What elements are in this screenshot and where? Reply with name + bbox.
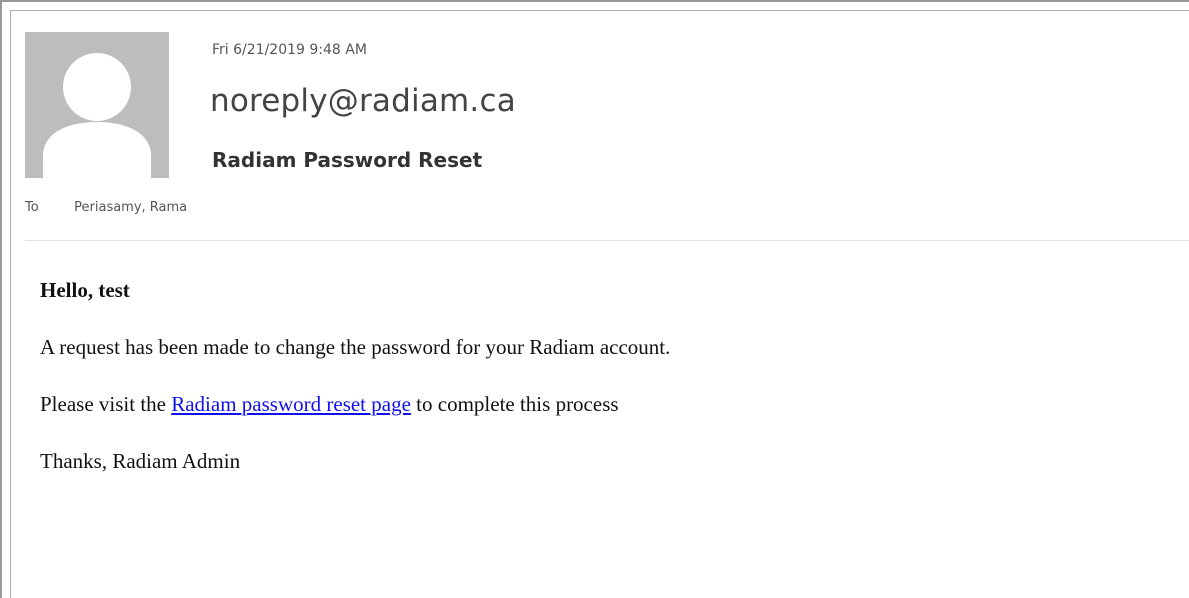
email-subject: Radiam Password Reset bbox=[212, 148, 483, 172]
sender-address[interactable]: noreply@radiam.ca bbox=[210, 83, 516, 119]
email-signoff: Thanks, Radiam Admin bbox=[40, 449, 241, 473]
email-body-line-2-before: Please visit the bbox=[40, 392, 172, 416]
header-divider bbox=[25, 240, 1189, 241]
email-body-line-1: A request has been made to change the pa… bbox=[40, 335, 671, 359]
sender-avatar bbox=[25, 32, 169, 178]
recipient-name[interactable]: Periasamy, Rama bbox=[74, 200, 187, 215]
email-greeting: Hello, test bbox=[40, 278, 130, 302]
email-body: Hello, test A request has been made to c… bbox=[40, 278, 1160, 506]
email-body-line-2: Please visit the Radiam password reset p… bbox=[40, 392, 1160, 416]
recipient-row: To Periasamy, Rama bbox=[25, 200, 187, 215]
person-icon bbox=[25, 32, 169, 178]
password-reset-link[interactable]: Radiam password reset page bbox=[171, 392, 411, 416]
email-date: Fri 6/21/2019 9:48 AM bbox=[212, 42, 367, 58]
email-body-line-2-after: to complete this process bbox=[410, 392, 619, 416]
to-label: To bbox=[25, 200, 39, 215]
